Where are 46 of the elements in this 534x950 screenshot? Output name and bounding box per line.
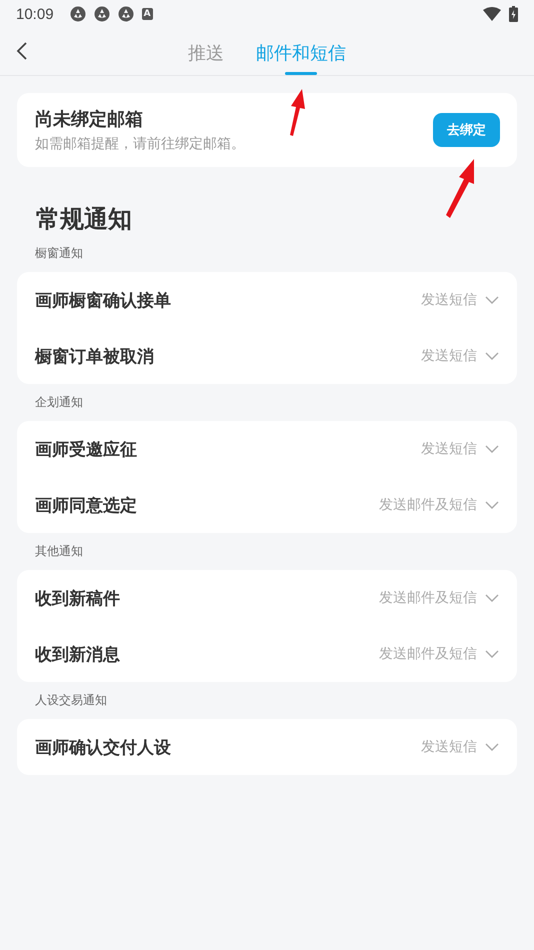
chevron-down-icon xyxy=(485,501,499,509)
setting-label: 收到新稿件 xyxy=(35,588,120,610)
card-title: 尚未绑定邮箱 xyxy=(35,108,144,131)
dropdown-value: 发送短信 xyxy=(421,347,477,365)
tab[interactable]: 邮件和短信 xyxy=(256,28,346,75)
dropdown[interactable]: 发送邮件及短信 xyxy=(379,589,499,607)
aperture-icon xyxy=(70,6,86,22)
bind-button[interactable]: 去绑定 xyxy=(433,113,500,147)
group-label: 橱窗通知 xyxy=(35,245,84,262)
aperture-icon xyxy=(94,6,110,22)
setting-label: 画师确认交付人设 xyxy=(35,736,171,758)
card-subtitle: 如需邮箱提醒，请前往绑定邮箱。 xyxy=(35,135,245,153)
dropdown[interactable]: 发送短信 xyxy=(421,440,499,458)
dropdown[interactable]: 发送短信 xyxy=(421,291,499,309)
setting-label: 画师橱窗确认接单 xyxy=(35,290,171,312)
chevron-down-icon xyxy=(485,743,499,751)
group-label: 企划通知 xyxy=(35,394,84,411)
aperture-icon xyxy=(118,6,134,22)
dropdown-value: 发送邮件及短信 xyxy=(379,589,477,607)
dropdown[interactable]: 发送邮件及短信 xyxy=(379,496,499,514)
dropdown[interactable]: 发送短信 xyxy=(421,738,499,756)
status-time: 10:09 xyxy=(16,6,54,22)
chevron-down-icon xyxy=(485,296,499,304)
section-title: 常规通知 xyxy=(36,204,133,235)
wifi-icon xyxy=(483,7,501,21)
dropdown-value: 发送邮件及短信 xyxy=(379,645,477,663)
chevron-down-icon xyxy=(485,594,499,602)
setting-label: 收到新消息 xyxy=(35,644,120,666)
dropdown-value: 发送短信 xyxy=(421,738,477,756)
group-label: 人设交易通知 xyxy=(35,692,108,709)
dropdown-value: 发送短信 xyxy=(421,440,477,458)
tab[interactable]: 推送 xyxy=(188,28,224,75)
setting-label: 橱窗订单被取消 xyxy=(35,346,154,368)
dropdown-value: 发送短信 xyxy=(421,291,477,309)
setting-label: 画师同意选定 xyxy=(35,494,137,516)
battery-icon xyxy=(509,6,518,22)
dropdown[interactable]: 发送邮件及短信 xyxy=(379,645,499,663)
chevron-down-icon xyxy=(485,352,499,360)
setting-label: 画师受邀应征 xyxy=(35,438,137,460)
dropdown-value: 发送邮件及短信 xyxy=(379,496,477,514)
chevron-down-icon xyxy=(485,445,499,453)
dropdown[interactable]: 发送短信 xyxy=(421,347,499,365)
back-icon[interactable] xyxy=(16,41,28,61)
chevron-down-icon xyxy=(485,650,499,658)
group-label: 其他通知 xyxy=(35,543,84,560)
badge-icon: A xyxy=(142,8,153,20)
